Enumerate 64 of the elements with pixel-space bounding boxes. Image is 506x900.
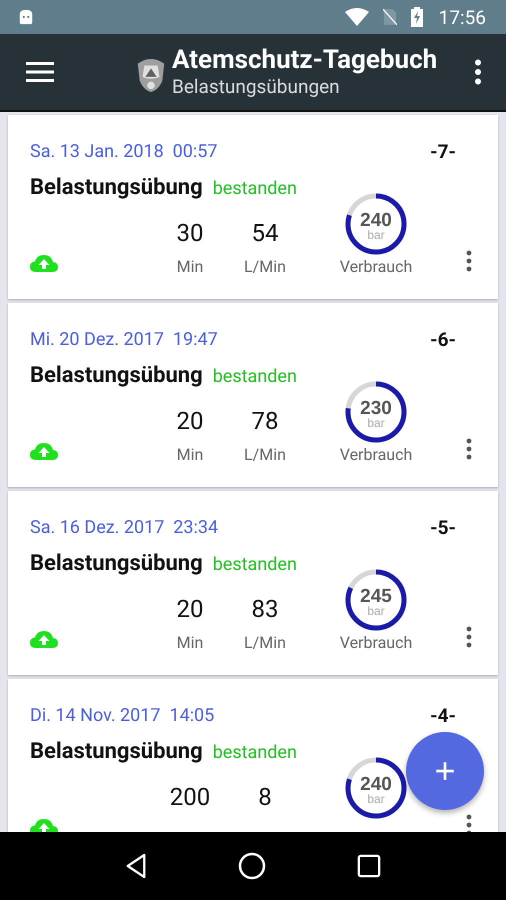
entry-title: Belastungsübung [30,175,203,200]
pressure-unit: bar [367,228,385,242]
pressure-value: 240 [360,774,392,795]
entry-number: -7- [430,140,456,162]
entry-date: Mi. 20 Dez. 2017 19:47 [30,328,218,350]
pressure-value: 230 [360,398,392,419]
flow-value: 54 [252,218,278,248]
more-options-icon[interactable] [466,814,472,832]
entry-card[interactable]: Sa. 13 Jan. 2018 00:57 -7- Belastungsübung bestanden 30 Min 54 L/Min 240 bar Verbrauch [8,115,498,299]
android-icon [17,9,35,25]
pressure-gauge [346,758,406,818]
pressure-gauge [346,570,406,630]
flow-value: 8 [258,782,272,812]
more-options-icon[interactable] [466,438,472,460]
wifi-icon [344,8,369,26]
duration-value: 200 [170,782,210,812]
pressure-gauge [346,194,406,254]
entry-number: -5- [430,516,456,538]
battery-charging-icon [410,7,423,27]
duration-unit: Min [176,256,204,278]
entry-title: Belastungsübung [30,551,203,576]
entry-title: Belastungsübung [30,739,203,764]
duration-unit: Min [176,444,204,466]
entry-card[interactable]: Sa. 16 Dez. 2017 23:34 -5- Belastungsübung bestanden 20 Min 83 L/Min 245 bar Verbrauch [8,491,498,675]
more-options-icon[interactable] [466,626,472,648]
consumption-label: Verbrauch [340,256,412,278]
consumption-label: Verbrauch [340,444,412,466]
result-label: bestanden [212,742,297,763]
no-sim-icon [382,8,397,26]
entry-card[interactable]: Mi. 20 Dez. 2017 19:47 -6- Belastungsübung bestanden 20 Min 78 L/Min 230 bar Verbrauch [8,303,498,487]
pressure-value: 245 [360,586,392,607]
menu-icon[interactable] [26,61,54,83]
result-label: bestanden [212,366,297,387]
clock-time: 17:56 [438,6,486,28]
consumption-label: Verbrauch [340,632,412,654]
pressure-gauge [346,382,406,442]
more-options-icon[interactable] [474,59,482,85]
duration-value: 30 [176,218,204,248]
flow-unit: L/Min [244,256,286,278]
pressure-value: 240 [360,210,392,231]
flow-unit: L/Min [244,444,286,466]
entry-date: Sa. 13 Jan. 2018 00:57 [30,140,218,162]
entry-number: -6- [430,328,456,350]
pressure-unit: bar [367,792,385,806]
flow-unit: L/Min [244,632,286,654]
result-label: bestanden [212,178,297,199]
entry-number: -4- [430,704,456,726]
recent-apps-icon[interactable] [356,854,381,878]
home-icon[interactable] [238,852,266,880]
back-icon[interactable] [125,853,148,879]
result-label: bestanden [212,554,297,575]
more-options-icon[interactable] [466,250,472,272]
pressure-unit: bar [367,416,385,430]
app-title: Atemschutz-Tagebuch [172,45,438,75]
entry-title: Belastungsübung [30,363,203,388]
duration-value: 20 [176,594,204,624]
flow-value: 83 [252,594,278,624]
app-subtitle: Belastungsübungen [172,75,341,99]
duration-value: 20 [176,406,204,436]
entry-date: Sa. 16 Dez. 2017 23:34 [30,516,218,538]
flow-value: 78 [252,406,278,436]
duration-unit: Min [176,632,204,654]
pressure-unit: bar [367,604,385,618]
entry-date: Di. 14 Nov. 2017 14:05 [30,704,214,726]
